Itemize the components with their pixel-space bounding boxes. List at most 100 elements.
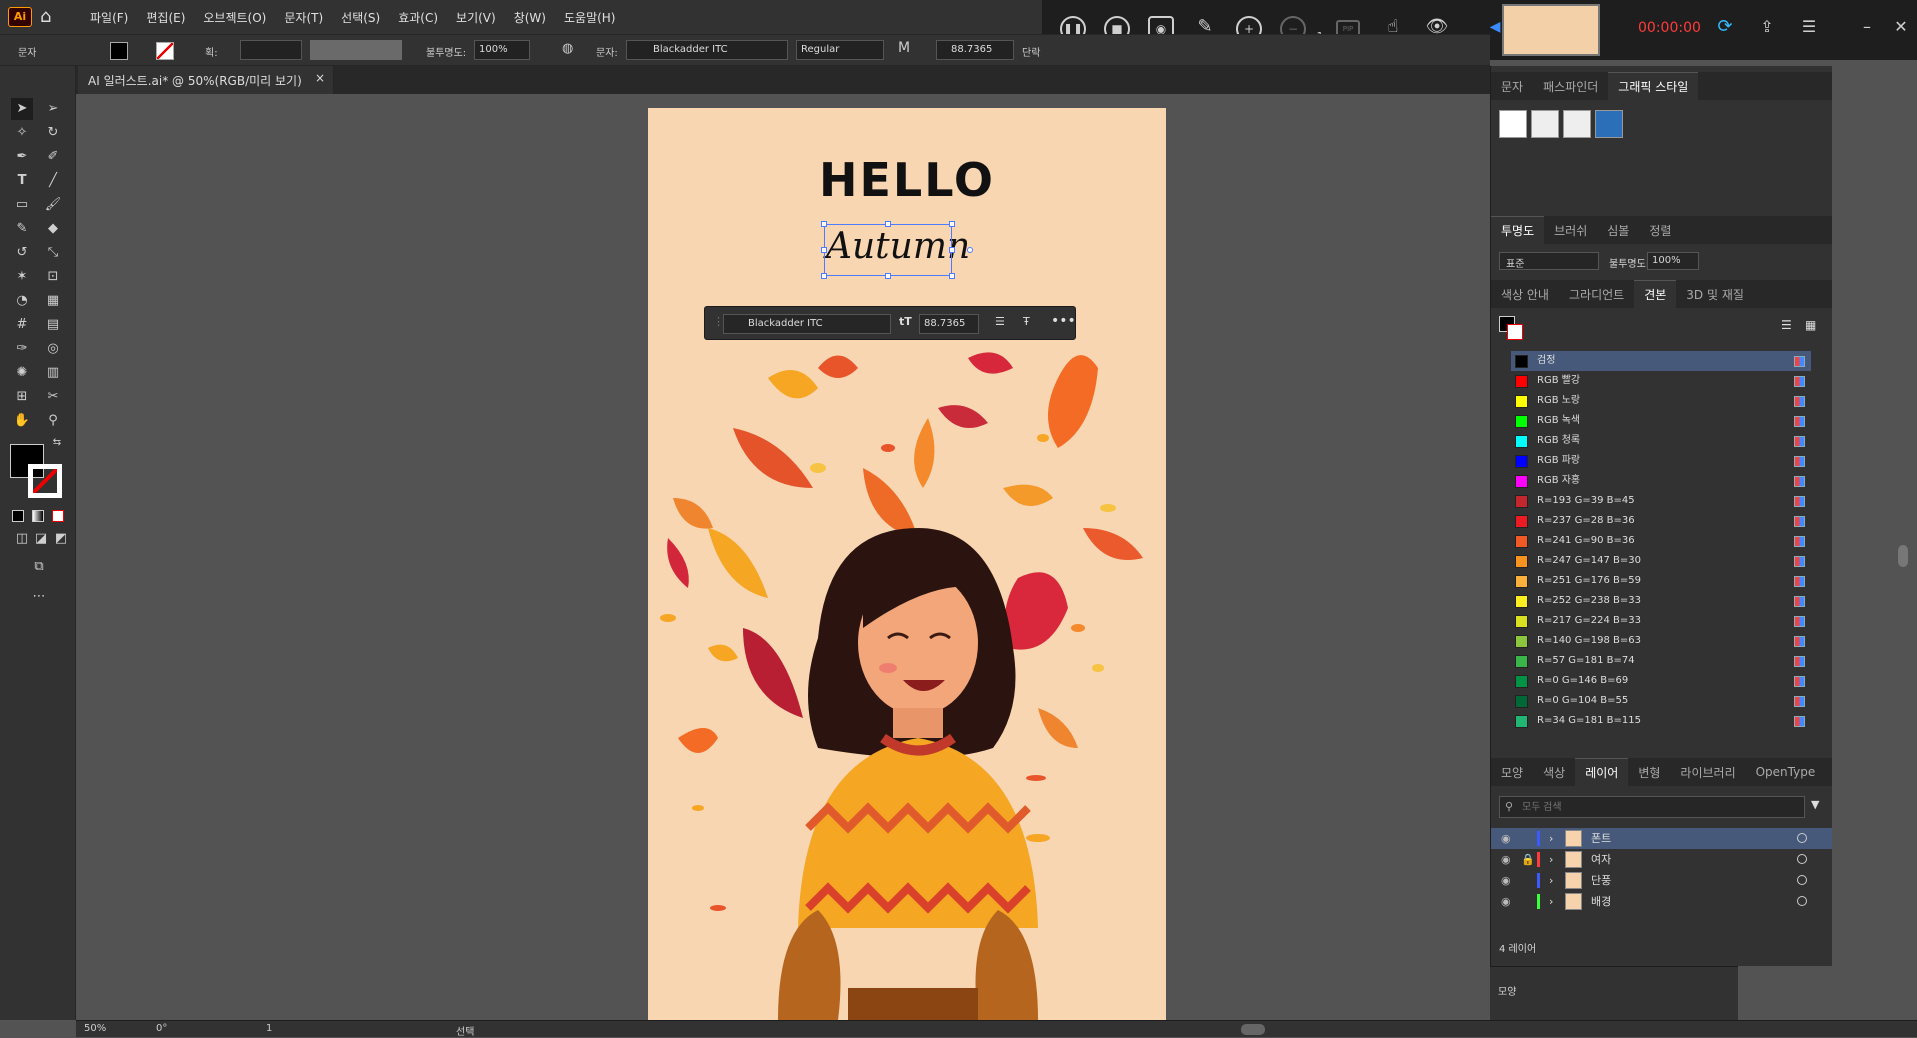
visibility-eye-icon[interactable]: ◉ [1501,870,1511,891]
menu-file[interactable]: 파일(F) [90,9,128,26]
shaper-tool-icon[interactable]: ✎ [11,218,33,240]
visibility-eye-icon[interactable]: ◉ [1501,849,1511,870]
expand-chevron-icon[interactable]: › [1549,891,1553,912]
tab-graphic-styles[interactable]: 그래픽 스타일 [1608,72,1699,100]
swatch-row[interactable]: RGB 노랑 [1511,391,1811,411]
type-tool-icon[interactable]: T [11,170,33,192]
menu-object[interactable]: 오브젝트(O) [203,9,266,26]
artboard-tool-icon[interactable]: ⊞ [11,386,33,408]
swatch-row[interactable]: RGB 빨강 [1511,371,1811,391]
paragraph-label[interactable]: 단락 [1022,44,1040,59]
tab-3d-materials[interactable]: 3D 및 재질 [1676,281,1754,308]
horizontal-scroll-thumb[interactable] [1241,1024,1265,1035]
draw-behind-icon[interactable]: ◪ [30,528,52,550]
menu-edit[interactable]: 편집(E) [146,9,185,26]
layer-row[interactable]: ◉ › 배경 [1491,891,1833,912]
stroke-swatch[interactable] [156,42,174,60]
tab-symbols[interactable]: 심볼 [1597,217,1639,244]
tab-transform[interactable]: 변형 [1628,759,1670,786]
filter-icon[interactable]: ▼ [1811,798,1819,811]
tab-color-guide[interactable]: 색상 안내 [1491,281,1559,308]
magic-wand-tool-icon[interactable]: ✧ [11,122,33,144]
swatch-row[interactable]: R=193 G=39 B=45 [1511,491,1811,511]
tab-swatches[interactable]: 견본 [1634,280,1677,308]
hello-heading[interactable]: HELLO [648,153,1166,207]
export-icon[interactable]: ⇪ [1754,16,1780,42]
home-icon[interactable]: ⌂ [40,6,51,27]
blend-tool-icon[interactable]: ◎ [42,338,64,360]
resize-handle[interactable] [949,221,955,227]
font-family-select[interactable]: Blackadder ITC [626,40,788,60]
paintbrush-tool-icon[interactable]: 🖌 [42,194,64,216]
swap-colors-icon[interactable]: ⇆ [46,432,68,454]
rotation-value[interactable]: 0° [156,1023,167,1034]
text-options-icon[interactable]: Ŧ [1023,315,1030,328]
expand-chevron-icon[interactable]: › [1549,870,1553,891]
menu-view[interactable]: 보기(V) [456,9,496,26]
eraser-tool-icon[interactable]: ◆ [42,218,64,240]
panel-opacity-input[interactable]: 100% [1647,252,1699,270]
swatch-row[interactable]: RGB 녹색 [1511,411,1811,431]
visibility-eye-icon[interactable]: ◉ [1501,828,1511,849]
list-view-icon[interactable]: ☰ [1781,318,1792,332]
close-tab-icon[interactable]: × [315,71,325,85]
perspective-grid-tool-icon[interactable]: ▦ [42,290,64,312]
paragraph-icon[interactable]: ☰ [995,315,1005,328]
swatch-row[interactable]: R=57 G=181 B=74 [1511,651,1811,671]
swatch-row[interactable]: R=140 G=198 B=63 [1511,631,1811,651]
scale-tool-icon[interactable]: ⤡ [42,242,64,264]
stroke-weight-input[interactable] [240,40,302,60]
stroke-color-box[interactable] [28,464,62,498]
swatch-row[interactable]: RGB 파랑 [1511,451,1811,471]
tab-opentype[interactable]: OpenType [1746,760,1826,784]
swatch-row[interactable]: R=0 G=104 B=55 [1511,691,1811,711]
zoom-level[interactable]: 50% [84,1023,106,1034]
artboard-number[interactable]: 1 [266,1023,272,1034]
resize-handle[interactable] [949,247,955,253]
layer-row[interactable]: ◉ 🔒 › 여자 [1491,849,1833,870]
graphic-style-3[interactable] [1563,110,1591,138]
draw-inside-icon[interactable]: ◩ [50,528,72,550]
resize-handle[interactable] [885,273,891,279]
tab-color[interactable]: 색상 [1533,759,1575,786]
column-graph-tool-icon[interactable]: ▥ [42,362,64,384]
warp-tool-icon[interactable]: ✶ [11,266,33,288]
swatch-row[interactable]: R=237 G=28 B=36 [1511,511,1811,531]
hand-tool-icon[interactable]: ✋ [11,410,33,432]
swatch-row[interactable]: RGB 청록 [1511,431,1811,451]
font-size-input[interactable]: 88.7365 [936,40,1014,60]
lock-icon[interactable]: 🔒 [1521,849,1535,870]
direct-selection-tool-icon[interactable]: ➢ [42,98,64,120]
visibility-eye-icon[interactable]: ◉ [1501,891,1511,912]
expand-chevron-icon[interactable]: › [1549,849,1553,870]
swatch-row[interactable]: R=252 G=238 B=33 [1511,591,1811,611]
symbol-sprayer-tool-icon[interactable]: ✺ [11,362,33,384]
resize-handle[interactable] [885,221,891,227]
menu-type[interactable]: 문자(T) [284,9,323,26]
variable-width-profile[interactable] [310,40,402,60]
slice-tool-icon[interactable]: ✂ [42,386,64,408]
mesh-tool-icon[interactable]: # [11,314,33,336]
close-icon[interactable]: ✕ [1888,16,1914,42]
recolor-icon[interactable]: ◍ [562,41,573,56]
menu-effect[interactable]: 효과(C) [398,9,438,26]
none-mode-icon[interactable] [52,510,64,522]
resize-handle[interactable] [949,273,955,279]
edit-toolbar-icon[interactable]: ⋯ [28,586,50,608]
swatch-row[interactable]: R=241 G=90 B=36 [1511,531,1811,551]
vertical-scrollbar[interactable] [1896,100,1910,1018]
lasso-tool-icon[interactable]: ↻ [42,122,64,144]
more-options-icon[interactable]: ••• [1051,313,1076,329]
tab-layers[interactable]: 레이어 [1575,758,1629,786]
layer-row[interactable]: ◉ › 단풍 [1491,870,1833,891]
zoom-tool-icon[interactable]: ⚲ [42,410,64,432]
layer-target-icon[interactable] [1797,833,1807,843]
resize-handle[interactable] [821,273,827,279]
graphic-style-default[interactable] [1499,110,1527,138]
rotate-tool-icon[interactable]: ↺ [11,242,33,264]
refresh-icon[interactable]: ⟳ [1712,16,1738,42]
text-selection-box[interactable] [821,221,973,279]
layer-name[interactable]: 배경 [1591,891,1611,912]
gradient-tool-icon[interactable]: ▤ [42,314,64,336]
tab-gradient[interactable]: 그라디언트 [1559,281,1634,308]
